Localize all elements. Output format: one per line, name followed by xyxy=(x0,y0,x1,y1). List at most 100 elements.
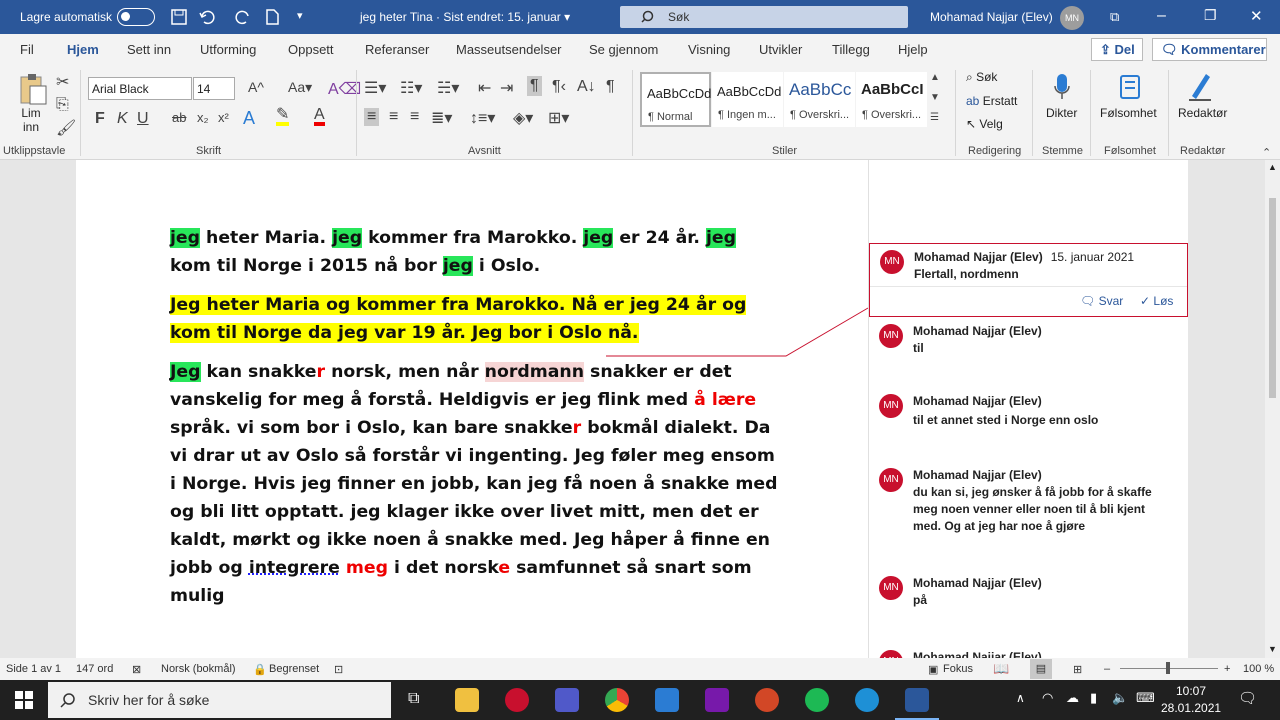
strikethrough-icon[interactable]: ab xyxy=(172,110,186,125)
close-icon[interactable]: ✕ xyxy=(1250,7,1268,25)
align-right-icon[interactable]: ≡ xyxy=(410,108,419,126)
multilevel-list-icon[interactable]: ☵▾ xyxy=(437,78,459,98)
editor-icon[interactable] xyxy=(1186,70,1214,102)
customize-toolbar-icon[interactable]: ▾ xyxy=(297,9,315,27)
notepad-icon[interactable] xyxy=(655,688,679,712)
redo-icon[interactable] xyxy=(234,8,252,26)
language-icon[interactable]: ⌨ xyxy=(1136,690,1155,706)
superscript-icon[interactable]: x² xyxy=(218,110,229,125)
zoom-in-icon[interactable]: + xyxy=(1224,663,1230,675)
rtl-icon[interactable]: ¶‹ xyxy=(552,78,566,96)
tab-home[interactable]: Hjem xyxy=(67,42,99,67)
tab-mailings[interactable]: Masseutsendelser xyxy=(456,42,562,57)
windows-start-icon[interactable] xyxy=(15,691,33,709)
grow-font-icon[interactable]: A^ xyxy=(248,79,264,95)
share-button[interactable]: ⇪ Del xyxy=(1091,38,1143,61)
file-explorer-icon[interactable] xyxy=(455,688,479,712)
undo-icon[interactable] xyxy=(198,8,216,26)
align-center-icon[interactable]: ≡ xyxy=(389,108,398,126)
replace-button[interactable]: ab Erstatt xyxy=(966,94,1017,108)
word-icon[interactable] xyxy=(905,688,929,712)
copy-icon[interactable]: ⎘ xyxy=(56,96,69,114)
teams-icon[interactable] xyxy=(555,688,579,712)
web-layout-icon[interactable]: ⊞ xyxy=(1073,663,1082,676)
battery-icon[interactable]: ▮ xyxy=(1090,690,1097,706)
decrease-indent-icon[interactable]: ⇤ xyxy=(478,78,491,98)
scroll-down-icon[interactable]: ▼ xyxy=(1268,644,1277,654)
edge-icon[interactable] xyxy=(855,688,879,712)
style-no-spacing[interactable]: AaBbCcDd ¶ Ingen m... xyxy=(712,72,783,127)
zoom-level[interactable]: 100 % xyxy=(1243,663,1274,675)
italic-icon[interactable]: K xyxy=(117,110,128,128)
ltr-icon[interactable]: ¶ xyxy=(527,76,542,96)
comment-card-selected[interactable]: MN Mohamad Najjar (Elev) 15. januar 2021 … xyxy=(869,243,1188,317)
save-icon[interactable] xyxy=(170,8,188,26)
tab-layout[interactable]: Oppsett xyxy=(288,42,334,57)
speaker-icon[interactable]: 🔈 xyxy=(1112,690,1128,706)
wifi-icon[interactable]: ◠ xyxy=(1042,690,1053,706)
paste-icon[interactable] xyxy=(18,72,48,106)
sort-icon[interactable]: A↓ xyxy=(577,78,596,96)
notifications-icon[interactable]: 🗨 xyxy=(1238,689,1257,707)
borders-icon[interactable]: ⊞▾ xyxy=(548,108,569,128)
user-name[interactable]: Mohamad Najjar (Elev) xyxy=(930,10,1053,24)
minimize-icon[interactable]: – xyxy=(1157,7,1175,25)
resolve-button[interactable]: ✓ Løs xyxy=(1140,294,1173,308)
style-normal[interactable]: AaBbCcDd ¶ Normal xyxy=(640,72,711,127)
word-count[interactable]: 147 ord xyxy=(76,663,113,675)
tab-addins[interactable]: Tillegg xyxy=(832,42,870,57)
spotify-icon[interactable] xyxy=(805,688,829,712)
search-box[interactable]: Søk xyxy=(620,6,908,28)
line-spacing-icon[interactable]: ↕≡▾ xyxy=(470,108,495,128)
focus-button[interactable]: Fokus xyxy=(943,663,973,675)
numbering-icon[interactable]: ☷▾ xyxy=(400,78,422,98)
dictate-label[interactable]: Dikter xyxy=(1046,106,1077,120)
font-size-select[interactable]: 14 xyxy=(193,77,235,100)
chrome-icon[interactable] xyxy=(605,688,629,712)
scrollbar-thumb[interactable] xyxy=(1269,198,1276,398)
reply-button[interactable]: 🗨 Svar xyxy=(1080,294,1123,308)
document-title[interactable]: jeg heter Tina · Sist endret: 15. januar… xyxy=(360,10,570,24)
select-button[interactable]: ↖ Velg xyxy=(966,117,1003,131)
vertical-scrollbar[interactable]: ▲ ▼ xyxy=(1265,160,1280,658)
zoom-out-icon[interactable]: – xyxy=(1104,663,1110,675)
clock-date[interactable]: 28.01.2021 xyxy=(1161,701,1221,715)
tab-insert[interactable]: Sett inn xyxy=(127,42,171,57)
font-family-select[interactable]: Arial Black xyxy=(88,77,192,100)
onedrive-icon[interactable]: ☁ xyxy=(1066,690,1079,706)
clock-time[interactable]: 10:07 xyxy=(1176,684,1206,698)
paste-label[interactable]: Lim inn xyxy=(16,106,46,134)
editor-label[interactable]: Redaktør xyxy=(1178,106,1227,120)
restricted-label[interactable]: Begrenset xyxy=(269,663,319,675)
text-effects-icon[interactable]: A xyxy=(243,108,255,129)
tab-review[interactable]: Se gjennom xyxy=(589,42,658,57)
tray-chevron-icon[interactable]: ∧ xyxy=(1016,691,1025,705)
print-layout-icon[interactable]: ▤ xyxy=(1030,659,1052,679)
cut-icon[interactable]: ✂ xyxy=(56,72,69,92)
new-document-icon[interactable] xyxy=(263,8,281,26)
proofing-icon[interactable]: ⊠ xyxy=(132,663,141,676)
sensitivity-label[interactable]: Følsomhet xyxy=(1100,106,1157,120)
style-heading2[interactable]: AaBbCcI ¶ Overskri... xyxy=(856,72,927,127)
increase-indent-icon[interactable]: ⇥ xyxy=(500,78,513,98)
styles-scroll-down-icon[interactable]: ▼ xyxy=(930,92,940,103)
tab-help[interactable]: Hjelp xyxy=(898,42,928,57)
show-marks-icon[interactable]: ¶ xyxy=(606,78,615,96)
restore-icon[interactable]: ❐ xyxy=(1204,7,1222,25)
avatar[interactable]: MN xyxy=(1060,6,1084,30)
zoom-thumb[interactable] xyxy=(1166,662,1170,674)
ribbon-display-icon[interactable]: ⧉ xyxy=(1110,9,1128,27)
collapse-ribbon-icon[interactable]: ⌃ xyxy=(1262,146,1271,159)
format-painter-icon[interactable]: 🖌 xyxy=(56,118,76,138)
bold-icon[interactable]: F xyxy=(95,110,105,128)
underline-icon[interactable]: U xyxy=(137,110,149,128)
tab-developer[interactable]: Utvikler xyxy=(759,42,802,57)
highlight-icon[interactable]: ✎ xyxy=(276,107,290,126)
task-view-icon[interactable]: ⧉ xyxy=(408,690,419,708)
app-icon[interactable] xyxy=(505,688,529,712)
comments-button[interactable]: 🗨 Kommentarer xyxy=(1152,38,1267,61)
taskbar-search[interactable]: Skriv her for å søke xyxy=(48,682,391,718)
align-left-icon[interactable]: ≡ xyxy=(364,108,380,126)
read-mode-icon[interactable]: 📖 xyxy=(993,661,1009,677)
style-heading1[interactable]: AaBbCc ¶ Overskri... xyxy=(784,72,855,127)
